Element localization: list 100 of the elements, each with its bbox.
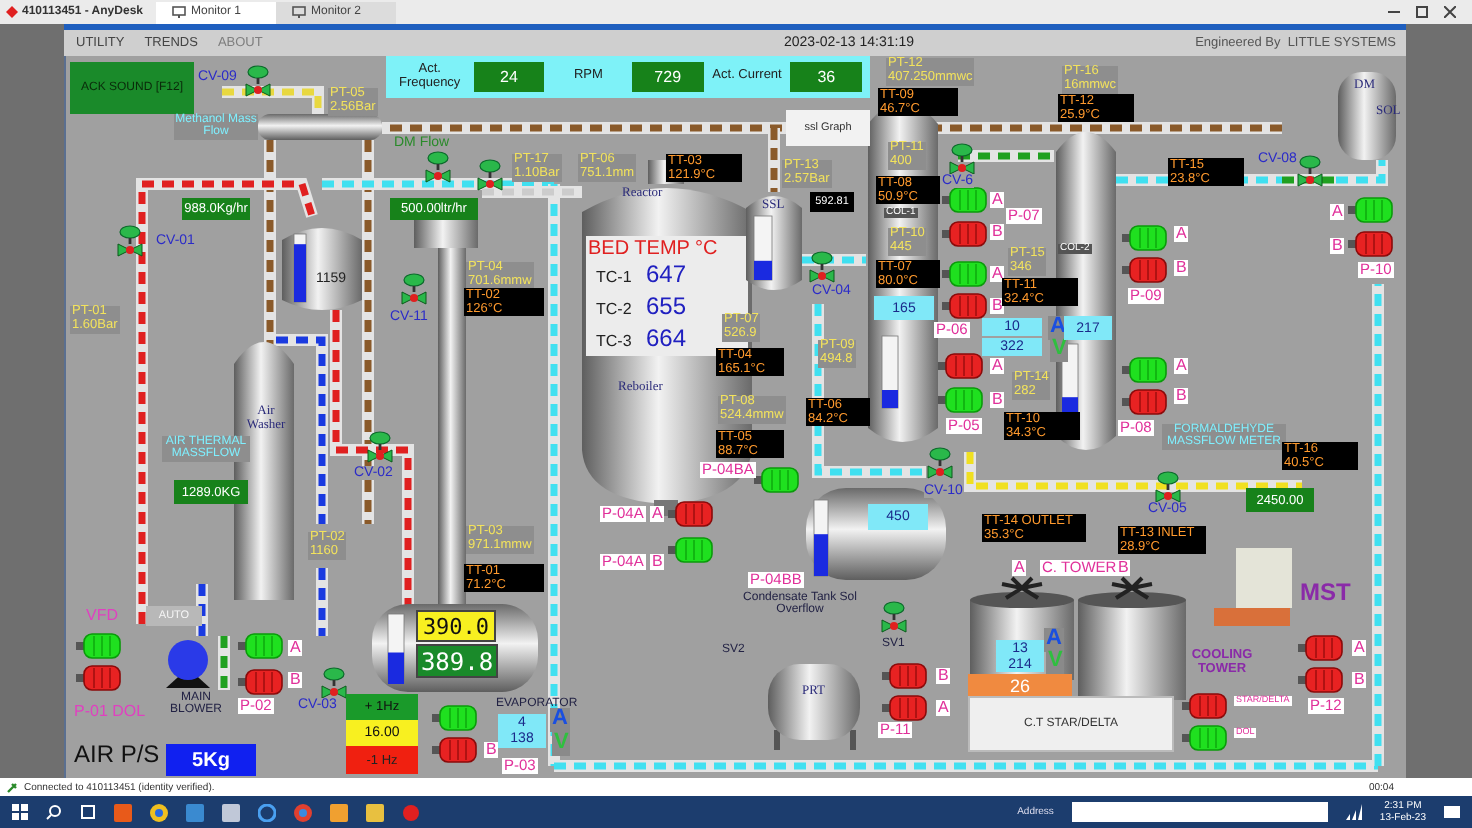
pump-motor[interactable] — [1348, 197, 1393, 223]
pump-letter[interactable]: A — [990, 266, 1005, 283]
control-valve-icon[interactable] — [809, 251, 835, 283]
pump-motor[interactable] — [1122, 357, 1167, 383]
pump-letter[interactable]: B — [1352, 672, 1367, 689]
pump-motor[interactable] — [1182, 725, 1227, 751]
close-icon[interactable] — [1444, 6, 1456, 18]
fan-icon — [1000, 576, 1044, 600]
temperature-value: 655 — [646, 294, 687, 320]
sensor-label: TC-1 — [596, 270, 632, 287]
pump-letter[interactable]: B — [650, 554, 665, 571]
pump-letter[interactable]: A — [1352, 640, 1367, 657]
pump-letter[interactable]: B — [990, 224, 1005, 241]
pump-motor[interactable] — [942, 261, 987, 287]
pump-letter[interactable]: B — [1174, 260, 1189, 277]
task-view-icon[interactable] — [80, 804, 96, 820]
pump-motor[interactable] — [882, 663, 927, 689]
search-icon[interactable] — [46, 804, 62, 820]
control-valve-icon[interactable] — [949, 143, 975, 175]
pump-motor[interactable] — [1298, 635, 1343, 661]
pump-letter[interactable]: A — [990, 192, 1005, 209]
pump-letter[interactable]: A — [1174, 358, 1189, 375]
pump-motor[interactable] — [432, 705, 477, 731]
stat-value: 36 — [790, 62, 863, 92]
mst-tank — [1214, 548, 1292, 626]
network-icon[interactable] — [1345, 804, 1362, 820]
pump-motor[interactable] — [76, 633, 121, 659]
windows-start-icon[interactable] — [12, 804, 28, 820]
pump-motor[interactable] — [76, 665, 121, 691]
pump-letter[interactable]: A — [990, 358, 1005, 375]
mode-indicator: A — [550, 708, 570, 732]
pump-letter[interactable]: A — [936, 700, 951, 717]
pump-letter[interactable]: B — [1116, 560, 1131, 577]
minimize-icon[interactable] — [1388, 6, 1400, 18]
pump-letter[interactable]: B — [990, 298, 1005, 315]
pump-letter[interactable]: A — [650, 506, 665, 523]
pump-motor[interactable] — [942, 187, 987, 213]
header-drum — [258, 114, 382, 140]
drive-label: VFD — [86, 608, 118, 625]
cooling-tower — [1078, 592, 1186, 700]
pump-motor[interactable] — [432, 737, 477, 763]
temperature-value: 647 — [646, 262, 687, 288]
pump-motor[interactable] — [1122, 257, 1167, 283]
pump-motor[interactable] — [238, 633, 283, 659]
pump-motor[interactable] — [1348, 231, 1393, 257]
plug-icon — [6, 781, 18, 793]
control-valve-icon[interactable] — [401, 273, 427, 305]
address-field[interactable] — [1071, 802, 1328, 822]
pump-motor[interactable] — [882, 695, 927, 721]
control-valve-icon[interactable] — [1155, 471, 1181, 503]
pump-letter[interactable]: A — [1174, 226, 1189, 243]
control-valve-icon[interactable] — [477, 159, 503, 191]
actual-display: 389.8 — [416, 644, 498, 678]
control-valve-icon[interactable] — [367, 431, 393, 463]
pump-motor[interactable] — [1122, 225, 1167, 251]
pump-motor[interactable] — [668, 501, 713, 527]
stat-value: 24 — [473, 62, 545, 92]
dm-tank — [1338, 72, 1396, 160]
pump-motor[interactable] — [1298, 667, 1343, 693]
control-valve-icon[interactable] — [927, 447, 953, 479]
air-pressure-label: AIR P/S — [74, 742, 160, 768]
pipe — [802, 254, 866, 266]
pump-motor[interactable] — [938, 353, 983, 379]
monitor-icon — [291, 6, 305, 18]
circle-app-icon[interactable] — [150, 803, 168, 821]
fan-count-display: 26 — [968, 674, 1072, 696]
pump-motor[interactable] — [1182, 693, 1227, 719]
control-valve-icon[interactable] — [245, 65, 271, 97]
pump-motor[interactable] — [668, 537, 713, 563]
pump-motor[interactable] — [942, 221, 987, 247]
pump-letter[interactable]: B — [484, 742, 499, 759]
pipe — [958, 150, 1054, 162]
pump-letter[interactable]: A — [1012, 560, 1027, 577]
pump-letter[interactable]: A — [288, 640, 303, 657]
pump-motor[interactable] — [238, 669, 283, 695]
maximize-icon[interactable] — [1416, 6, 1428, 18]
control-valve-icon[interactable] — [881, 601, 907, 633]
mode-indicator: A — [1044, 628, 1064, 652]
pump-letter[interactable]: B — [990, 392, 1005, 409]
notification-icon[interactable] — [1444, 804, 1460, 820]
square-app-icon[interactable] — [114, 803, 132, 821]
control-valve-icon[interactable] — [425, 151, 451, 183]
pump-letter[interactable]: B — [1330, 238, 1345, 255]
pump-letter[interactable]: B — [288, 672, 303, 689]
setpoint-display: 390.0 — [416, 610, 496, 642]
pump-letter[interactable]: B — [1174, 388, 1189, 405]
control-valve-icon[interactable] — [117, 225, 143, 257]
temperature-value: 664 — [646, 326, 687, 352]
pump-motor[interactable] — [942, 293, 987, 319]
blower-icon — [166, 640, 210, 688]
mode-indicator: V — [1050, 338, 1069, 362]
pipe — [222, 86, 324, 114]
pump-motor[interactable] — [1122, 389, 1167, 415]
pump-motor[interactable] — [754, 467, 799, 493]
sensor-label: TC-2 — [596, 302, 632, 319]
pump-letter[interactable]: B — [936, 668, 951, 685]
pump-letter[interactable]: A — [1330, 204, 1345, 221]
control-valve-icon[interactable] — [1297, 155, 1323, 187]
control-valve-icon[interactable] — [321, 667, 347, 699]
pump-motor[interactable] — [938, 387, 983, 413]
